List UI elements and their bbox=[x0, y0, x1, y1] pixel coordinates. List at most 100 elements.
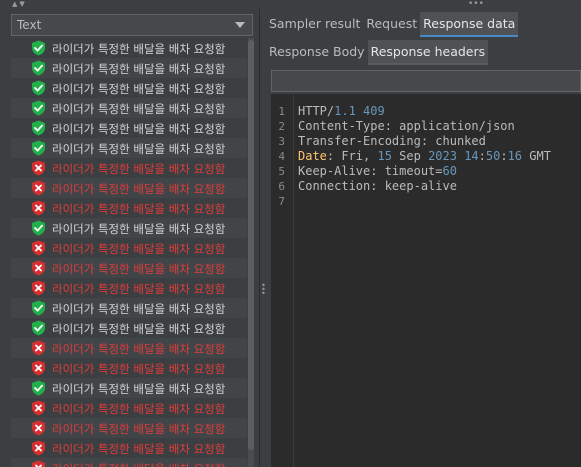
code-token: Transfer-Encoding: chunked bbox=[298, 134, 486, 148]
sort-arrows-icon[interactable]: ▲▼ bbox=[12, 0, 27, 9]
shield-check-icon bbox=[32, 100, 45, 116]
result-label: 라이더가 특정한 배달을 배차 요청함 bbox=[52, 322, 226, 336]
result-item[interactable]: 라이더가 특정한 배달을 배차 요청함 bbox=[11, 278, 247, 298]
code-token: 409 bbox=[363, 104, 385, 118]
search-input[interactable] bbox=[271, 70, 581, 92]
result-item[interactable]: 라이더가 특정한 배달을 배차 요청함 bbox=[11, 258, 247, 278]
result-label: 라이더가 특정한 배달을 배차 요청함 bbox=[52, 362, 226, 376]
tab-request[interactable]: Request bbox=[363, 12, 420, 37]
code-token: 2023 bbox=[428, 149, 457, 163]
shield-check-icon bbox=[32, 220, 45, 236]
shield-x-icon bbox=[32, 180, 45, 196]
result-label: 라이더가 특정한 배달을 배차 요청함 bbox=[52, 242, 226, 256]
code-line: 1 HTTP/1.1 409 bbox=[271, 104, 581, 119]
code-line: 4 Date: Fri, 15 Sep 2023 14:50:16 GMT bbox=[271, 149, 581, 164]
result-label: 라이더가 특정한 배달을 배차 요청함 bbox=[52, 162, 226, 176]
shield-check-icon bbox=[32, 140, 45, 156]
result-item[interactable]: 라이더가 특정한 배달을 배차 요청함 bbox=[11, 118, 247, 138]
drag-grip-icon[interactable]: ••• bbox=[468, 0, 484, 9]
code-token: 50 bbox=[485, 149, 501, 163]
result-item[interactable]: 라이더가 특정한 배달을 배차 요청함 bbox=[11, 298, 247, 318]
shield-check-icon bbox=[32, 120, 45, 136]
shield-check-icon bbox=[32, 80, 45, 96]
result-label: 라이더가 특정한 배달을 배차 요청함 bbox=[52, 102, 226, 116]
code-token: 60 bbox=[442, 164, 457, 178]
result-label: 라이더가 특정한 배달을 배차 요청함 bbox=[52, 262, 226, 276]
result-item[interactable]: 라이더가 특정한 배달을 배차 요청함 bbox=[11, 78, 247, 98]
result-item[interactable]: 라이더가 특정한 배달을 배차 요청함 bbox=[11, 98, 247, 118]
code-token: HTTP/ bbox=[298, 104, 335, 118]
response-headers-editor[interactable]: 1 HTTP/1.1 409 2 Content-Type: application/… bbox=[271, 94, 581, 467]
result-label: 라이더가 특정한 배달을 배차 요청함 bbox=[52, 422, 226, 436]
tab-response-data[interactable]: Response data bbox=[420, 12, 519, 37]
result-list-scrollbar[interactable] bbox=[248, 38, 254, 467]
code-token: Date bbox=[298, 149, 327, 163]
line-number: 7 bbox=[278, 195, 285, 208]
code-token: Keep-Alive: timeout= bbox=[298, 164, 443, 178]
shield-x-icon bbox=[32, 420, 45, 436]
line-number: 1 bbox=[278, 105, 285, 118]
shield-x-icon bbox=[32, 440, 45, 456]
line-number: 5 bbox=[278, 165, 285, 178]
result-item[interactable]: 라이더가 특정한 배달을 배차 요청함 bbox=[11, 358, 247, 378]
result-item[interactable]: 라이더가 특정한 배달을 배차 요청함 bbox=[11, 178, 247, 198]
result-label: 라이더가 특정한 배달을 배차 요청함 bbox=[52, 442, 226, 456]
tab-response-headers[interactable]: Response headers bbox=[367, 40, 489, 65]
result-item[interactable]: 라이더가 특정한 배달을 배차 요청함 bbox=[11, 218, 247, 238]
shield-x-icon bbox=[32, 260, 45, 276]
code-token: Sep bbox=[391, 149, 429, 163]
result-item[interactable]: 라이더가 특정한 배달을 배차 요청함 bbox=[11, 138, 247, 158]
result-item[interactable]: 라이더가 특정한 배달을 배차 요청함 bbox=[11, 418, 247, 438]
shield-x-icon bbox=[32, 340, 45, 356]
shield-x-icon bbox=[32, 400, 45, 416]
result-label: 라이더가 특정한 배달을 배차 요청함 bbox=[52, 402, 226, 416]
pane-splitter[interactable]: • • • bbox=[259, 9, 266, 467]
code-text: Connection: keep-alive bbox=[298, 179, 457, 194]
result-item[interactable]: 라이더가 특정한 배달을 배차 요청함 bbox=[11, 378, 247, 398]
line-number: 2 bbox=[278, 120, 285, 133]
code-token: 16 bbox=[507, 149, 523, 163]
code-token: GMT bbox=[522, 149, 551, 163]
code-token: : bbox=[500, 149, 508, 163]
code-token: : Fri, bbox=[326, 149, 378, 163]
result-label: 라이더가 특정한 배달을 배차 요청함 bbox=[52, 142, 226, 156]
code-line: 5 Keep-Alive: timeout=60 bbox=[271, 164, 581, 179]
result-item[interactable]: 라이더가 특정한 배달을 배차 요청함 bbox=[11, 398, 247, 418]
code-token: 1.1 bbox=[334, 104, 356, 118]
result-item[interactable]: 라이더가 특정한 배달을 배차 요청함 bbox=[11, 38, 247, 58]
code-text: HTTP/1.1 409 bbox=[298, 104, 385, 119]
result-item[interactable]: 라이더가 특정한 배달을 배차 요청함 bbox=[11, 438, 247, 458]
code-token: Connection: keep-alive bbox=[298, 179, 457, 193]
shield-check-icon bbox=[32, 380, 45, 396]
code-token: Content-Type: application/json bbox=[298, 119, 515, 133]
result-label: 라이더가 특정한 배달을 배차 요청함 bbox=[52, 62, 226, 76]
detail-tabs: Sampler result Request Response data bbox=[266, 12, 519, 37]
tab-response-body[interactable]: Response Body bbox=[266, 40, 368, 65]
result-detail-panel: Sampler result Request Response data Res… bbox=[266, 9, 581, 467]
code-text: Date: Fri, 15 Sep 2023 14:50:16 GMT bbox=[298, 149, 551, 164]
result-item[interactable]: 라이더가 특정한 배달을 배차 요청함 bbox=[11, 338, 247, 358]
code-token: : bbox=[478, 149, 486, 163]
code-text: Content-Type: application/json bbox=[298, 119, 515, 134]
scrollbar-thumb[interactable] bbox=[248, 40, 254, 450]
result-label: 라이더가 특정한 배달을 배차 요청함 bbox=[52, 82, 226, 96]
tab-sampler-result[interactable]: Sampler result bbox=[266, 12, 363, 37]
result-item[interactable]: 라이더가 특정한 배달을 배차 요청함 bbox=[11, 318, 247, 338]
shield-check-icon bbox=[32, 60, 45, 76]
chevron-down-icon bbox=[235, 22, 245, 28]
result-item[interactable]: 라이더가 특정한 배달을 배차 요청함 bbox=[11, 198, 247, 218]
result-item[interactable]: 라이더가 특정한 배달을 배차 요청함 bbox=[11, 458, 247, 467]
result-label: 라이더가 특정한 배달을 배차 요청함 bbox=[52, 302, 226, 316]
result-label: 라이더가 특정한 배달을 배차 요청함 bbox=[52, 282, 226, 296]
shield-check-icon bbox=[32, 300, 45, 316]
shield-x-icon bbox=[32, 360, 45, 376]
code-text: Transfer-Encoding: chunked bbox=[298, 134, 486, 149]
shield-x-icon bbox=[32, 160, 45, 176]
result-item[interactable]: 라이더가 특정한 배달을 배차 요청함 bbox=[11, 158, 247, 178]
line-number: 6 bbox=[278, 180, 285, 193]
renderer-select[interactable]: Text bbox=[11, 14, 253, 36]
result-item[interactable]: 라이더가 특정한 배달을 배차 요청함 bbox=[11, 238, 247, 258]
code-token: 15 bbox=[377, 149, 392, 163]
result-item[interactable]: 라이더가 특정한 배달을 배차 요청함 bbox=[11, 58, 247, 78]
